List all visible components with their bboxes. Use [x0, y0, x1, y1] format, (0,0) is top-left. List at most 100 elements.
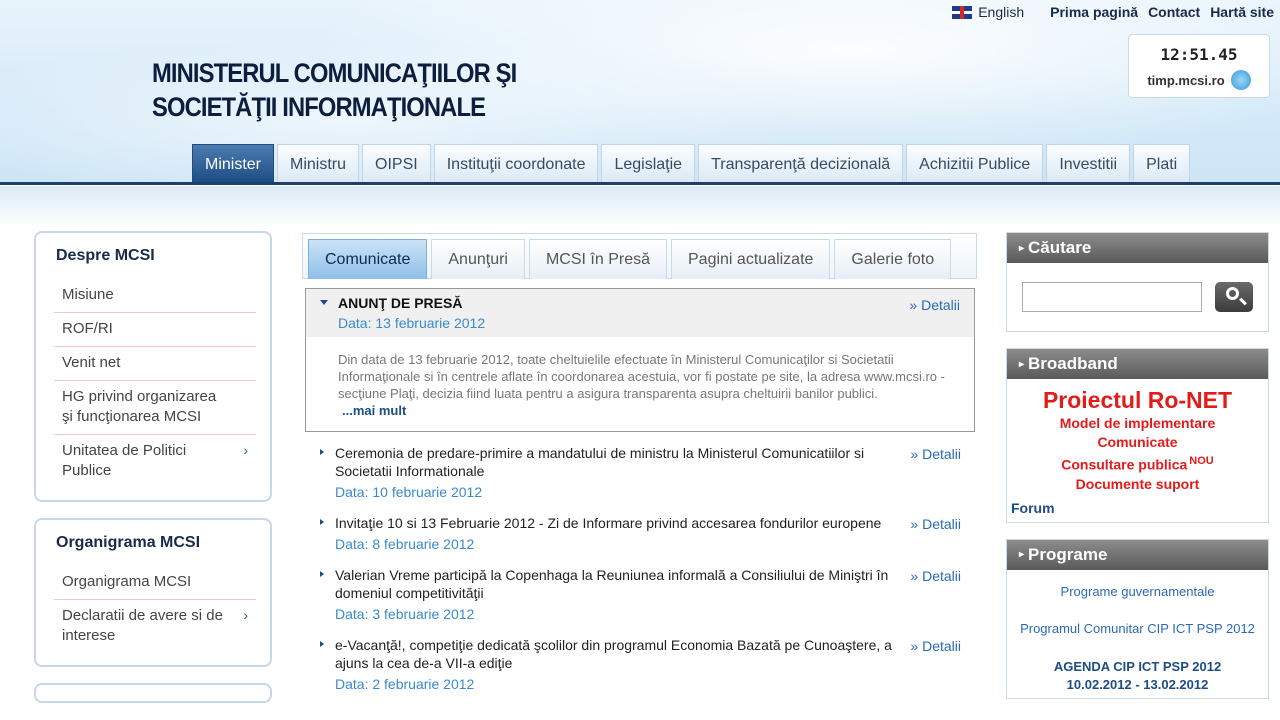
home-link[interactable]: Prima pagină	[1050, 4, 1138, 20]
sidebar-item-label: Unitatea de Politici Publice	[62, 442, 187, 479]
sidebar-item-misiune[interactable]: Misiune	[54, 279, 256, 313]
featured-body: Din data de 13 februarie 2012, toate che…	[306, 337, 974, 431]
language-label: English	[978, 4, 1025, 20]
site-title-line2: SOCIETĂŢII INFORMAŢIONALE	[152, 92, 486, 122]
news-details-link[interactable]: » Detalii	[910, 446, 961, 462]
programe-header: ▸ Programe	[1007, 539, 1268, 570]
featured-announcement: ANUNŢ DE PRESĂ » Detalii Data: 13 februa…	[305, 288, 975, 432]
agenda-dates: 10.02.2012 - 13.02.2012	[1066, 676, 1209, 692]
nav-tab-transparen-decizional-[interactable]: Transparenţă decizională	[698, 144, 904, 182]
tab-anun-uri[interactable]: Anunţuri	[431, 239, 525, 279]
bullet-arrow-icon	[320, 571, 324, 577]
ronet-comunicate-link[interactable]: Comunicate	[1007, 433, 1268, 452]
language-link[interactable]: English	[952, 4, 1024, 20]
news-title[interactable]: Invitaţie 10 si 13 Februarie 2012 - Zi d…	[335, 514, 905, 532]
news-date: Data: 10 februarie 2012	[335, 484, 483, 500]
tab-galerie-foto[interactable]: Galerie foto	[834, 239, 952, 279]
nav-underline	[0, 182, 1280, 185]
sidebar-item-label: Venit net	[62, 354, 121, 371]
content-tabs: Comunicate Anunţuri MCSI în Presă Pagini ac…	[302, 233, 977, 279]
despre-mcsi-box: Despre MCSI Misiune ROF/RI Venit net HG …	[34, 231, 272, 502]
nav-tab-institu-ii-coordonate[interactable]: Instituţii coordonate	[433, 144, 599, 182]
consultare-label: Consultare publica	[1061, 456, 1188, 473]
search-button[interactable]	[1215, 282, 1253, 312]
bullet-arrow-icon	[320, 519, 324, 525]
programul-comunitar-link[interactable]: Programul Comunitar CIP ICT PSP 2012	[1013, 621, 1262, 636]
programe-box: ▸ Programe Programe guvernamentale Progra…	[1006, 538, 1269, 699]
arrow-right-icon: ▸	[1019, 549, 1025, 561]
contact-link[interactable]: Contact	[1148, 4, 1200, 20]
bullet-arrow-icon	[320, 641, 324, 647]
ronet-consultare-link[interactable]: Consultare publica NOU	[1007, 452, 1268, 475]
search-icon	[1226, 287, 1239, 300]
tab-mcsi-n-pres-[interactable]: MCSI în Presă	[528, 239, 667, 279]
sidebar-item-label: Organigrama MCSI	[62, 573, 192, 590]
news-details-link[interactable]: » Detalii	[910, 638, 961, 654]
clock-widget[interactable]: 12:51.45 timp.mcsi.ro	[1128, 34, 1270, 98]
globe-icon	[1230, 70, 1251, 90]
right-sidebar: ▸ Căutare ▸ Broadband Proiectul Ro-NET Mod…	[1006, 232, 1269, 715]
news-date: Data: 3 februarie 2012	[335, 606, 475, 622]
sidebar-item-hg-organizare[interactable]: HG privind organizarea şi funcţionarea M…	[54, 381, 256, 435]
nav-tab-plati[interactable]: Plati	[1133, 144, 1191, 182]
news-title[interactable]: Ceremonia de predare-primire a mandatulu…	[335, 444, 905, 480]
tab-pagini-actualizate[interactable]: Pagini actualizate	[671, 239, 831, 279]
news-title[interactable]: Valerian Vreme participă la Copenhaga la…	[335, 566, 905, 602]
despre-mcsi-title: Despre MCSI	[56, 247, 155, 264]
nav-tab-achizitii-publice[interactable]: Achizitii Publice	[906, 144, 1044, 182]
sidebar-item-label: HG privind organizarea şi funcţionarea M…	[62, 388, 217, 425]
ronet-headline[interactable]: Proiectul Ro-NET	[1007, 387, 1268, 414]
search-title: Căutare	[1028, 238, 1092, 257]
nav-tab-legisla-ie[interactable]: Legislaţie	[601, 144, 696, 182]
sidebar-item-label: Misiune	[62, 286, 114, 303]
news-title[interactable]: e-Vacanţă!, competiţie dedicată şcolilor…	[335, 636, 905, 672]
agenda-link[interactable]: AGENDA CIP ICT PSP 2012 10.02.2012 - 13.…	[1013, 658, 1262, 694]
news-item: Ceremonia de predare-primire a mandatulu…	[305, 444, 975, 500]
forum-link[interactable]: Forum	[1007, 500, 1268, 516]
news-details-link[interactable]: » Detalii	[910, 516, 961, 532]
chevron-right-icon: ›	[243, 607, 248, 623]
sidebar-item-venit-net[interactable]: Venit net	[54, 347, 256, 381]
header-band	[0, 186, 1280, 226]
search-input[interactable]	[1022, 282, 1202, 312]
featured-text: Din data de 13 februarie 2012, toate che…	[338, 352, 945, 401]
sidebar-item-declaratii[interactable]: Declaratii de avere si de interese ›	[54, 600, 256, 653]
news-list: Ceremonia de predare-primire a mandatulu…	[305, 444, 975, 692]
ronet-documente-link[interactable]: Documente suport	[1007, 475, 1268, 494]
featured-date: Data: 13 februarie 2012	[338, 315, 486, 331]
search-header: ▸ Căutare	[1007, 233, 1268, 263]
clock-time: 12:51.45	[1160, 45, 1238, 64]
featured-details-link[interactable]: » Detalii	[909, 297, 960, 313]
sidebar-item-unitatea-politici[interactable]: Unitatea de Politici Publice ›	[54, 435, 256, 488]
chevron-right-icon: ›	[243, 442, 248, 458]
broadband-title: Broadband	[1028, 354, 1118, 373]
site-title-line1: MINISTERUL COMUNICAŢIILOR ŞI	[152, 58, 517, 88]
ronet-model-link[interactable]: Model de implementare	[1007, 414, 1268, 433]
news-date: Data: 2 februarie 2012	[335, 676, 475, 692]
nav-tab-minister[interactable]: Minister	[192, 144, 275, 182]
nav-tab-oipsi[interactable]: OIPSI	[362, 144, 431, 182]
main-navigation: Minister Ministru OIPSI Instituţii coordona…	[0, 144, 1280, 186]
sidebar-item-label: ROF/RI	[62, 320, 113, 337]
news-details-link[interactable]: » Detalii	[910, 568, 961, 584]
site-logo-title[interactable]: MINISTERUL COMUNICAŢIILOR ŞI SOCIETĂŢII …	[152, 56, 517, 124]
news-date: Data: 8 februarie 2012	[335, 536, 475, 552]
nav-tab-investitii[interactable]: Investitii	[1046, 144, 1131, 182]
organigrama-title: Organigrama MCSI	[56, 534, 201, 551]
sidebar-item-label: Declaratii de avere si de interese	[62, 607, 223, 644]
sidebar-item-rof-ri[interactable]: ROF/RI	[54, 313, 256, 347]
featured-title[interactable]: ANUNŢ DE PRESĂ	[318, 295, 962, 311]
top-links: English Prima pagină Contact Hartă site	[952, 4, 1274, 20]
triangle-down-icon	[320, 300, 328, 305]
programe-guvernamentale-link[interactable]: Programe guvernamentale	[1013, 584, 1262, 599]
programe-title: Programe	[1028, 544, 1108, 564]
arrow-right-icon: ▸	[1019, 242, 1025, 254]
read-more-link[interactable]: ...mai mult	[342, 402, 956, 419]
sidebar-item-organigrama[interactable]: Organigrama MCSI	[54, 566, 256, 600]
tab-comunicate[interactable]: Comunicate	[308, 239, 428, 279]
new-badge: NOU	[1189, 455, 1214, 467]
featured-header: ANUNŢ DE PRESĂ » Detalii Data: 13 februa…	[306, 289, 974, 337]
sitemap-link[interactable]: Hartă site	[1210, 4, 1274, 20]
nav-tab-ministru[interactable]: Ministru	[277, 144, 360, 182]
broadband-box: ▸ Broadband Proiectul Ro-NET Model de imp…	[1006, 348, 1269, 523]
